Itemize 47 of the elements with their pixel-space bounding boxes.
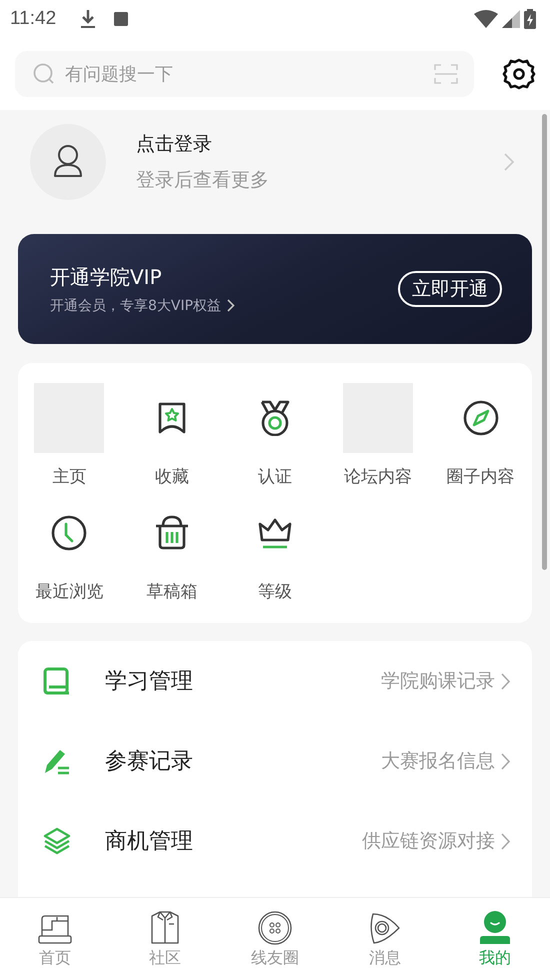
chevron-right-icon: [504, 153, 514, 171]
login-hint: 登录后查看更多: [136, 168, 270, 193]
scrollbar[interactable]: [542, 114, 547, 570]
menu-detail: 供应链资源对接: [362, 829, 495, 854]
download-icon: [80, 9, 96, 29]
chevron-right-icon: [501, 672, 510, 690]
pencil-icon: [43, 747, 71, 775]
status-time: 11:42: [10, 8, 56, 30]
book-icon: [43, 667, 71, 695]
menu-label: 学习管理: [105, 668, 193, 696]
menu-row[interactable]: 学习管理 学院购课记录: [43, 641, 510, 721]
shortcut-label[interactable]: 认证: [258, 465, 292, 488]
shortcut-label[interactable]: 论坛内容: [344, 465, 412, 488]
button-icon: [257, 910, 293, 946]
shortcut-icon[interactable]: [154, 515, 190, 551]
battery-icon: [524, 9, 536, 29]
menu-label: 商机管理: [105, 828, 193, 856]
chevron-right-icon: [227, 299, 236, 312]
vip-subtitle: 开通会员，专享8大VIP权益: [50, 296, 222, 314]
shortcut-label[interactable]: 主页: [52, 465, 86, 488]
vip-title: 开通学院VIP: [50, 264, 162, 290]
menu-row[interactable]: 参赛记录 大赛报名信息: [43, 721, 510, 801]
login-link[interactable]: 点击登录: [136, 131, 212, 157]
signal-icon: [502, 10, 520, 28]
menu-detail: 学院购课记录: [381, 669, 495, 694]
settings-icon[interactable]: [502, 57, 536, 91]
menu-detail: 大赛报名信息: [381, 749, 495, 774]
search-field[interactable]: 有问题搜一下: [15, 51, 474, 97]
chevron-right-icon: [501, 752, 510, 770]
menu-row[interactable]: 商机管理 供应链资源对接: [43, 801, 510, 881]
chevron-right-icon: [501, 832, 510, 850]
shortcut-icon[interactable]: [51, 515, 88, 551]
shortcut-label[interactable]: 收藏: [155, 465, 190, 488]
layers-icon: [43, 827, 71, 855]
menu-label: 参赛记录: [105, 748, 193, 776]
activate-button[interactable]: 立即开通: [398, 271, 502, 307]
wifi-icon: [474, 10, 498, 28]
shortcut-label[interactable]: 最近浏览: [35, 580, 104, 603]
shortcut-label[interactable]: 草稿箱: [146, 580, 198, 603]
user-icon: [477, 910, 513, 946]
vip-banner[interactable]: 开通学院VIP 开通会员，专享8大VIP权益 立即开通: [18, 234, 532, 344]
search-icon: [33, 63, 55, 85]
avatar-icon[interactable]: [30, 124, 106, 200]
shortcut-label[interactable]: 圈子内容: [446, 465, 515, 488]
notification-icon: [114, 12, 128, 26]
shortcut-icon[interactable]: [462, 400, 499, 436]
shortcut-label[interactable]: 等级: [258, 580, 292, 603]
